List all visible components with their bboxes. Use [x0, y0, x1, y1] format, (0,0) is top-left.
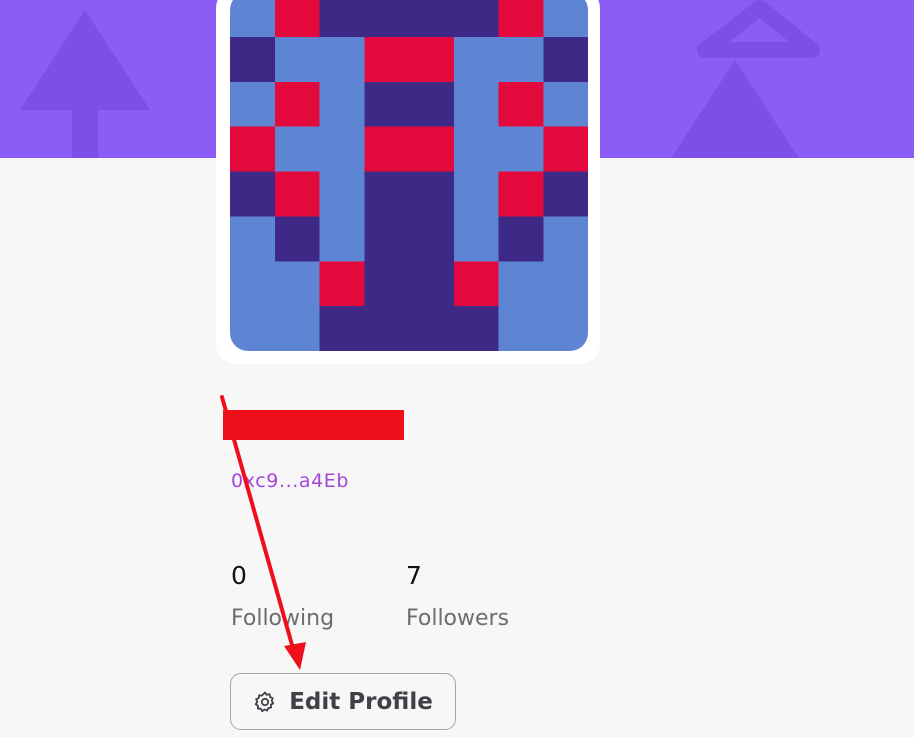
avatar-pixel [230, 306, 275, 351]
avatar-pixel [498, 0, 544, 37]
avatar-pixel [319, 306, 365, 351]
avatar-pixel [453, 306, 499, 351]
avatar-pixel [453, 126, 499, 172]
avatar-pixel [543, 261, 588, 307]
avatar-pixel [409, 216, 454, 262]
wallet-address[interactable]: 0xc9...a4Eb [231, 470, 349, 492]
avatar-pixel [364, 126, 409, 172]
avatar-pixel [364, 306, 409, 351]
avatar-pixel [230, 81, 275, 127]
avatar-pixel [274, 171, 320, 217]
avatar-pixel [453, 0, 499, 37]
avatar-pixel [274, 261, 320, 307]
avatar-pixel [409, 306, 454, 351]
avatar [230, 0, 588, 351]
avatar-pixel [453, 261, 499, 307]
avatar-pixel [498, 216, 544, 262]
avatar-pixel [498, 306, 544, 351]
avatar-pixel [230, 0, 275, 37]
avatar-pixel [230, 216, 275, 262]
avatar-pixel [364, 171, 409, 217]
avatar-pixel [230, 171, 275, 217]
avatar-pixel [274, 126, 320, 172]
avatar-pixel [409, 261, 454, 307]
username-redaction [223, 410, 404, 440]
followers-link[interactable]: Followers [406, 606, 509, 631]
avatar-pixel [409, 126, 454, 172]
avatar-pixel [230, 36, 275, 82]
avatar-pixel [319, 261, 365, 307]
avatar-pixel [498, 36, 544, 82]
avatar-pixel [498, 81, 544, 127]
avatar-pixel [498, 126, 544, 172]
avatar-pixel [319, 171, 365, 217]
avatar-pixel [319, 216, 365, 262]
avatar-pixel [409, 171, 454, 217]
avatar-pixel [543, 0, 588, 37]
avatar-pixel [274, 81, 320, 127]
avatar-pixel [453, 81, 499, 127]
avatar-pixel [319, 36, 365, 82]
avatar-pixel [230, 126, 275, 172]
following-link[interactable]: Following [231, 606, 334, 631]
avatar-pixel [409, 81, 454, 127]
avatar-pixel [230, 261, 275, 307]
avatar-pixel [364, 216, 409, 262]
edit-profile-label: Edit Profile [289, 688, 433, 715]
avatar-pixel [274, 306, 320, 351]
gear-icon [253, 690, 277, 714]
avatar-pixel [274, 216, 320, 262]
avatar-pixel [364, 36, 409, 82]
avatar-pixel [319, 126, 365, 172]
avatar-pixel [319, 0, 365, 37]
avatar-pixel [543, 126, 588, 172]
avatar-pixel [498, 261, 544, 307]
edit-profile-button[interactable]: Edit Profile [230, 673, 456, 730]
avatar-pixel [274, 36, 320, 82]
avatar-pixel [543, 81, 588, 127]
followers-count: 7 [406, 561, 422, 590]
avatar-pixel [409, 36, 454, 82]
avatar-pixel [543, 306, 588, 351]
avatar-pixel [498, 171, 544, 217]
avatar-pixel [274, 0, 320, 37]
avatar-identicon [230, 0, 588, 351]
avatar-pixel [453, 216, 499, 262]
avatar-pixel [543, 36, 588, 82]
avatar-pixel [364, 0, 409, 37]
avatar-pixel [409, 0, 454, 37]
following-count: 0 [231, 561, 247, 590]
avatar-pixel [543, 216, 588, 262]
avatar-pixel [319, 81, 365, 127]
avatar-pixel [364, 81, 409, 127]
avatar-pixel [453, 171, 499, 217]
avatar-pixel [364, 261, 409, 307]
avatar-pixel [543, 171, 588, 217]
avatar-pixel [453, 36, 499, 82]
